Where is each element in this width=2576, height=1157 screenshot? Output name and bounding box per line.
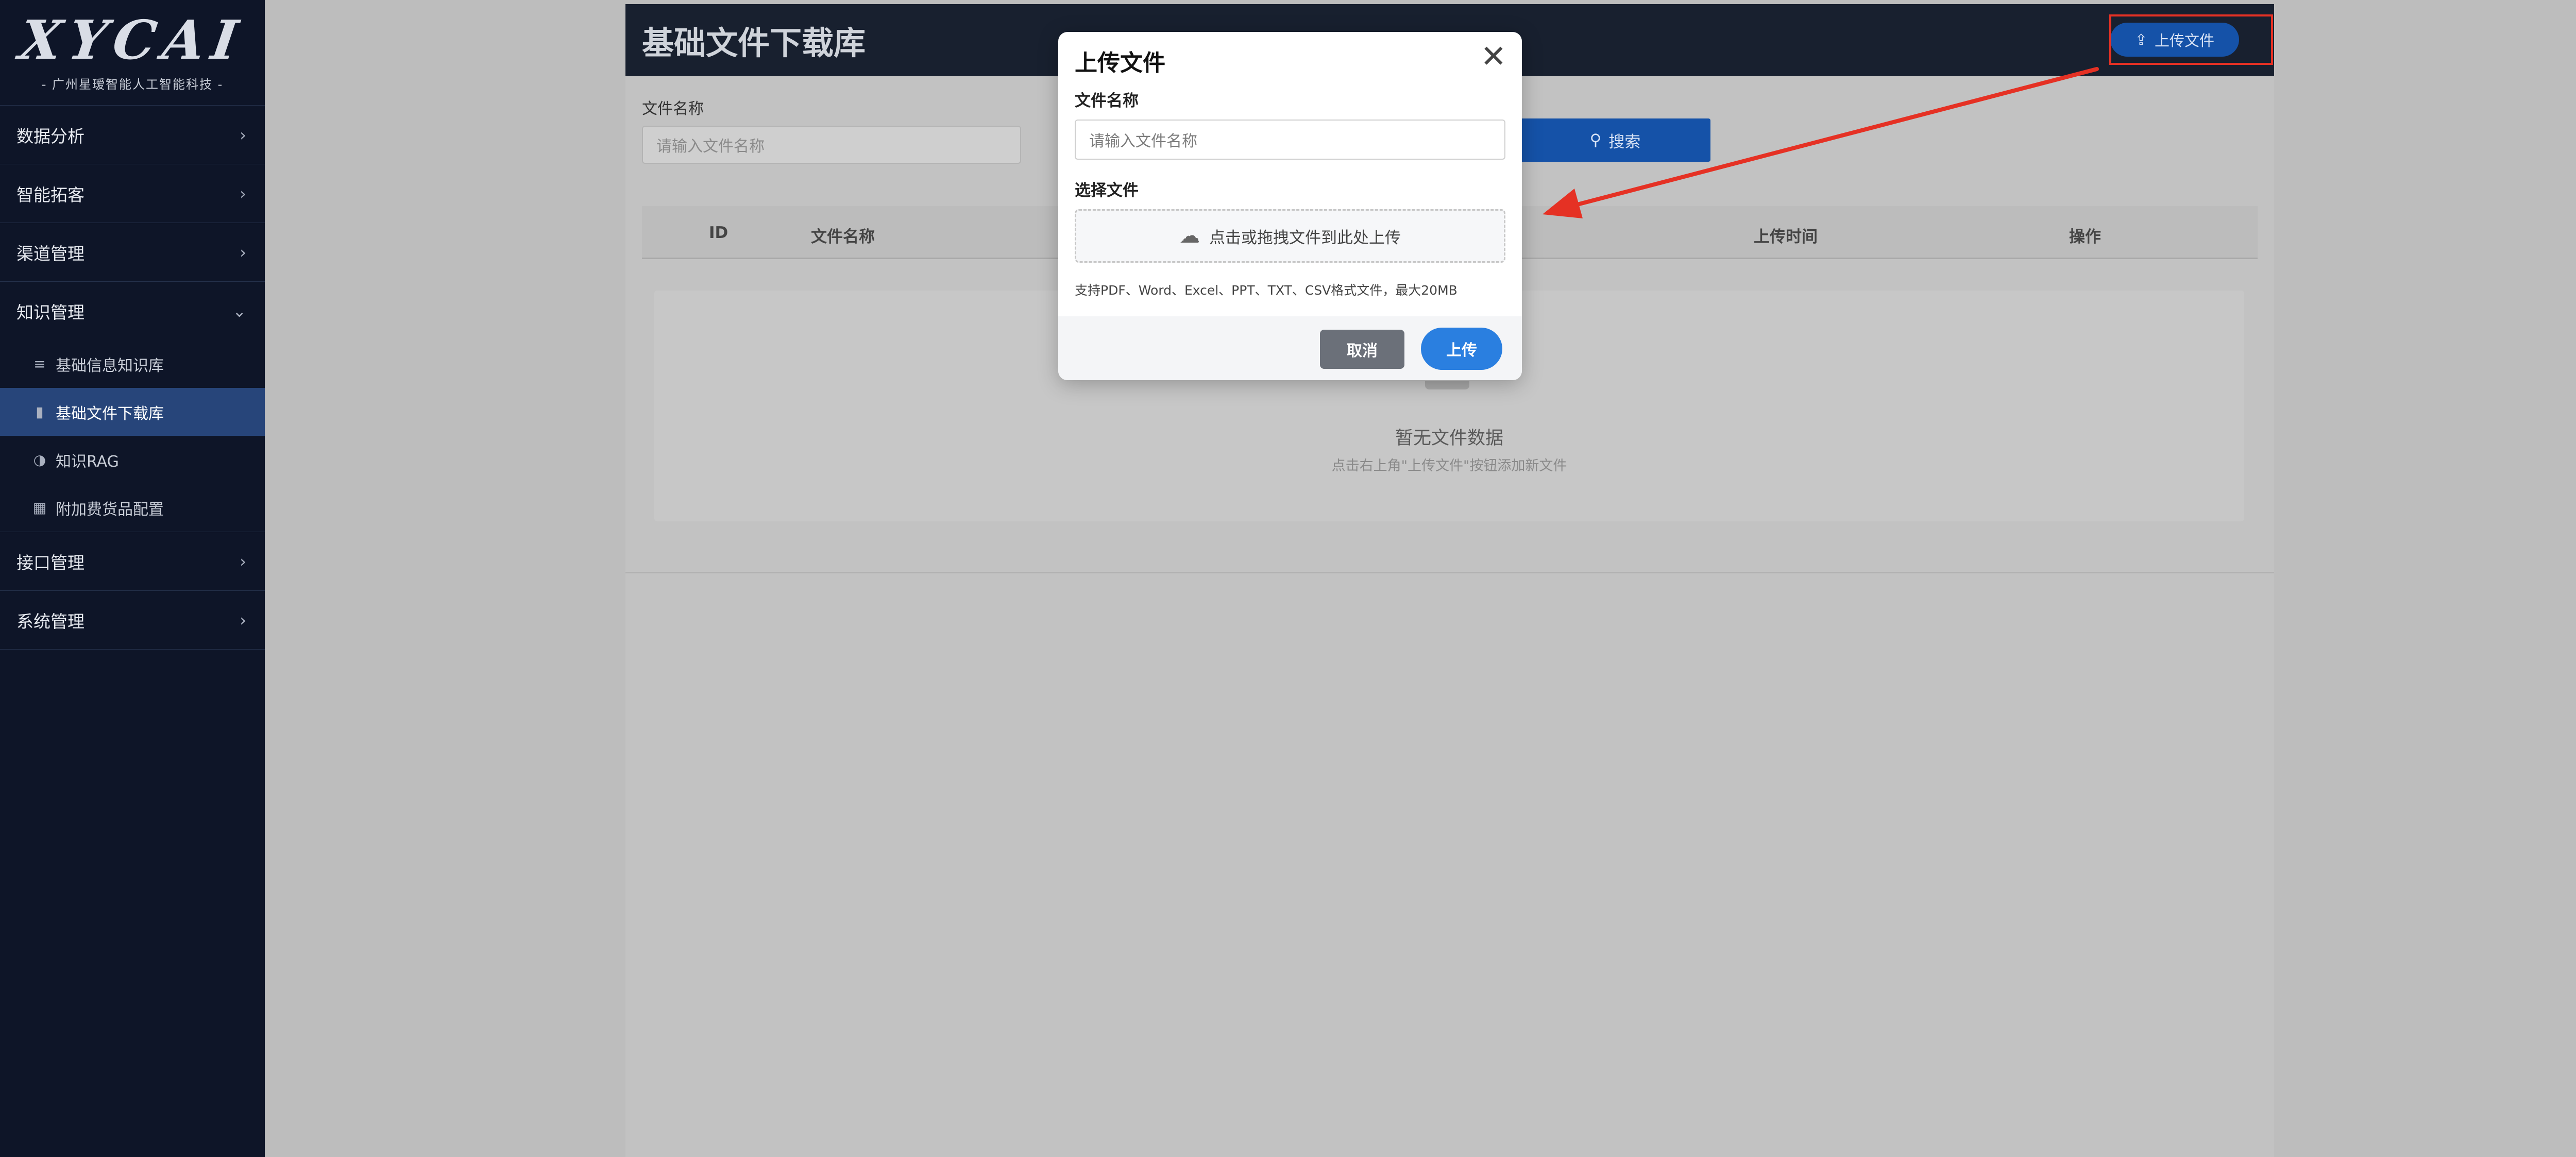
chevron-right-icon: › bbox=[240, 610, 246, 630]
sidebar-subitem-file-download-library[interactable]: ▮ 基础文件下载库 bbox=[0, 388, 265, 436]
modal-file-label: 选择文件 bbox=[1075, 181, 1139, 200]
column-header-actions: 操作 bbox=[2069, 228, 2101, 246]
knowledge-submenu: ≡ 基础信息知识库 ▮ 基础文件下载库 ◑ 知识RAG ▦ 附加费货品配置 bbox=[0, 340, 265, 532]
chevron-right-icon: › bbox=[240, 551, 246, 571]
sidebar-item-smart-prospecting[interactable]: 智能拓客 › bbox=[0, 164, 265, 223]
modal-footer: 取消 上传 bbox=[1058, 316, 1522, 380]
database-icon: ≡ bbox=[33, 355, 46, 372]
sidebar-item-knowledge-management[interactable]: 知识管理 ⌄ bbox=[0, 282, 265, 340]
sidebar-subitem-label: 基础文件下载库 bbox=[56, 404, 164, 423]
close-icon[interactable]: ✕ bbox=[1481, 41, 1506, 72]
sidebar-item-data-analysis[interactable]: 数据分析 › bbox=[0, 106, 265, 164]
divider bbox=[625, 572, 2274, 573]
logo: XYCAI - 广州星瑷智能人工智能科技 - bbox=[0, 0, 265, 106]
sidebar-item-system-management[interactable]: 系统管理 › bbox=[0, 591, 265, 650]
sidebar-subitem-label: 知识RAG bbox=[56, 452, 119, 471]
box-icon: ▦ bbox=[32, 499, 47, 516]
empty-state-title: 暂无文件数据 bbox=[1395, 428, 1503, 449]
chevron-right-icon: › bbox=[240, 183, 246, 203]
sidebar-item-label: 智能拓客 bbox=[16, 184, 84, 205]
annotation-highlight-box bbox=[2109, 14, 2273, 65]
search-icon: ⚲ bbox=[1589, 131, 1602, 149]
column-header-id: ID bbox=[709, 224, 728, 242]
sidebar-subitem-basic-info-kb[interactable]: ≡ 基础信息知识库 bbox=[0, 340, 265, 388]
filter-name-label: 文件名称 bbox=[642, 100, 704, 118]
file-name-input[interactable]: 请输入文件名称 bbox=[1075, 120, 1505, 160]
search-button[interactable]: ⚲ 搜索 bbox=[1520, 118, 1710, 162]
modal-title: 上传文件 bbox=[1075, 50, 1165, 76]
sidebar: XYCAI - 广州星瑷智能人工智能科技 - 数据分析 › 智能拓客 › 渠道管… bbox=[0, 0, 265, 1157]
column-header-upload-time: 上传时间 bbox=[1754, 228, 1818, 246]
sidebar-item-label: 渠道管理 bbox=[16, 243, 84, 264]
sidebar-subitem-knowledge-rag[interactable]: ◑ 知识RAG bbox=[0, 436, 265, 484]
sidebar-subitem-label: 基础信息知识库 bbox=[56, 356, 164, 375]
chevron-right-icon: › bbox=[240, 125, 246, 145]
sidebar-item-label: 接口管理 bbox=[16, 552, 84, 573]
logo-text: XYCAI bbox=[15, 8, 249, 72]
page-title: 基础文件下载库 bbox=[642, 24, 866, 62]
chevron-down-icon: ⌄ bbox=[232, 301, 246, 321]
cloud-upload-icon: ☁ bbox=[1179, 224, 1200, 248]
filter-name-input[interactable]: 请输入文件名称 bbox=[642, 126, 1021, 164]
sidebar-item-label: 知识管理 bbox=[16, 302, 84, 322]
logo-tagline: - 广州星瑷智能人工智能科技 - bbox=[41, 77, 224, 92]
sidebar-item-label: 系统管理 bbox=[16, 611, 84, 632]
file-dropzone[interactable]: ☁ 点击或拖拽文件到此处上传 bbox=[1075, 209, 1505, 263]
sidebar-item-channel-management[interactable]: 渠道管理 › bbox=[0, 223, 265, 282]
upload-modal: 上传文件 ✕ 文件名称 请输入文件名称 选择文件 ☁ 点击或拖拽文件到此处上传 … bbox=[1058, 32, 1522, 380]
file-format-hint: 支持PDF、Word、Excel、PPT、TXT、CSV格式文件，最大20MB bbox=[1075, 283, 1458, 298]
sidebar-subitem-surcharge-config[interactable]: ▦ 附加费货品配置 bbox=[0, 484, 265, 532]
file-icon: ▮ bbox=[36, 403, 44, 420]
column-header-file-name: 文件名称 bbox=[811, 228, 875, 246]
sidebar-subitem-label: 附加费货品配置 bbox=[56, 500, 164, 519]
upload-submit-button[interactable]: 上传 bbox=[1421, 328, 1502, 370]
chevron-right-icon: › bbox=[240, 242, 246, 262]
brain-icon: ◑ bbox=[33, 451, 46, 468]
search-button-label: 搜索 bbox=[1608, 132, 1641, 151]
sidebar-item-api-management[interactable]: 接口管理 › bbox=[0, 532, 265, 591]
sidebar-item-label: 数据分析 bbox=[16, 126, 84, 146]
cancel-button[interactable]: 取消 bbox=[1320, 330, 1404, 369]
empty-state-subtitle: 点击右上角"上传文件"按钮添加新文件 bbox=[1331, 458, 1567, 474]
modal-name-label: 文件名称 bbox=[1075, 92, 1139, 110]
empty-folder-icon bbox=[1425, 381, 1469, 389]
dropzone-text: 点击或拖拽文件到此处上传 bbox=[1209, 228, 1401, 247]
